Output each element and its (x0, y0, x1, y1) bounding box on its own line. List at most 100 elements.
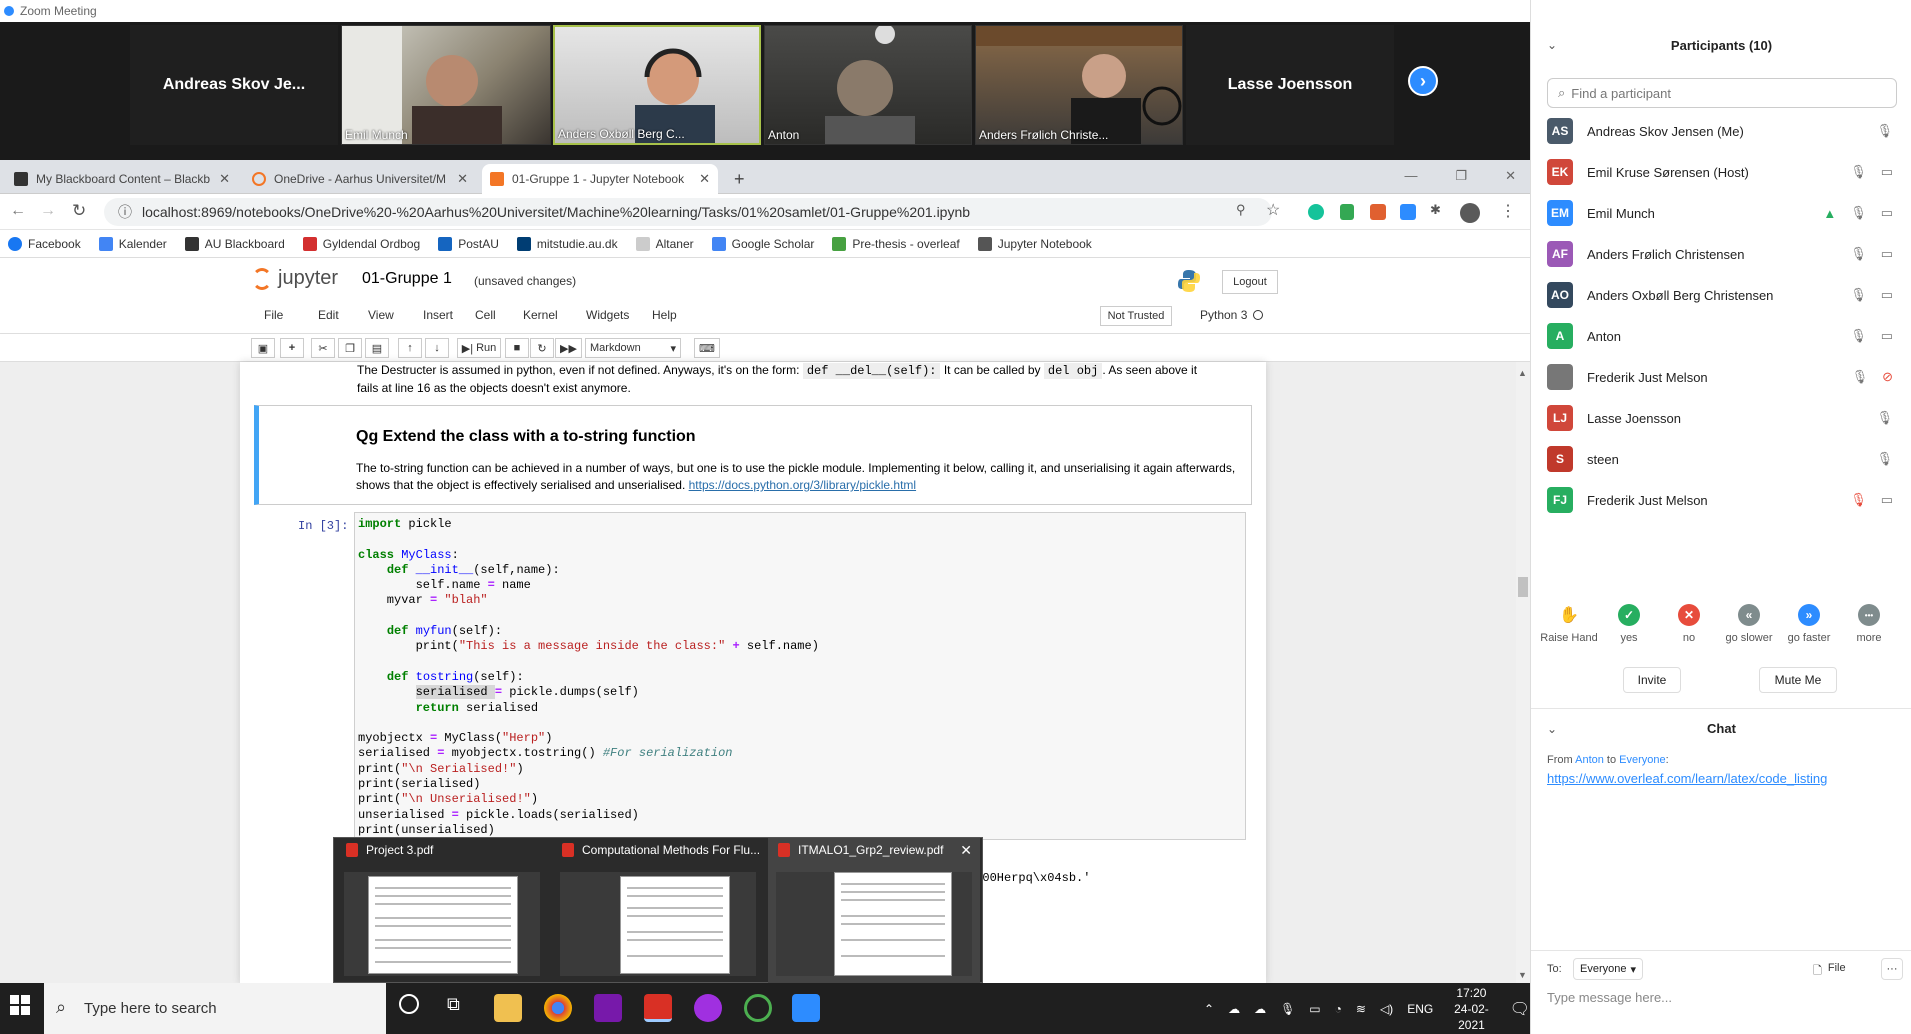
camera-icon[interactable]: ▭ (1881, 205, 1893, 221)
participant-tile-name-only[interactable]: Andreas Skov Je... (130, 25, 338, 145)
menu-widgets[interactable]: Widgets (586, 308, 652, 322)
browser-tab[interactable]: My Blackboard Content – Blackb ✕ (6, 164, 238, 194)
microphone-icon[interactable]: 🎙 (1876, 451, 1893, 467)
microphone-icon[interactable]: 🎙 (1850, 205, 1867, 221)
move-up-icon[interactable]: ↑ (398, 338, 422, 358)
move-down-icon[interactable]: ↓ (425, 338, 449, 358)
paste-icon[interactable]: ▤ (365, 338, 389, 358)
participant-row[interactable]: AO Anders Oxbøll Berg Christensen 🎙 ▭ (1547, 275, 1897, 315)
microphone-muted-icon[interactable]: 🎙 (1850, 492, 1867, 508)
participant-video-tile[interactable]: Emil Munch (341, 25, 551, 145)
browser-tab-active[interactable]: 01-Gruppe 1 - Jupyter Notebook ✕ (482, 164, 718, 194)
language-indicator[interactable]: ENG (1407, 1002, 1433, 1016)
bookmark-item[interactable]: Pre-thesis - overleaf (832, 236, 960, 251)
menu-edit[interactable]: Edit (318, 308, 368, 322)
participant-row[interactable]: AS Andreas Skov Jensen (Me) 🎙 (1547, 111, 1897, 151)
menu-kernel[interactable]: Kernel (523, 308, 586, 322)
participant-row[interactable]: EK Emil Kruse Sørensen (Host) 🎙 ▭ (1547, 152, 1897, 192)
participant-row[interactable]: EM Emil Munch ▲ 🎙 ▭ (1547, 193, 1897, 233)
copy-icon[interactable]: ❐ (338, 338, 362, 358)
camera-icon[interactable]: ▭ (1881, 246, 1893, 262)
camera-icon[interactable]: ▭ (1881, 287, 1893, 303)
menu-cell[interactable]: Cell (475, 308, 523, 322)
participant-row[interactable]: A Anton 🎙 ▭ (1547, 316, 1897, 356)
run-button[interactable]: ▶| Run (457, 338, 501, 358)
code-cell-editor[interactable]: import pickle class MyClass: def __init_… (354, 512, 1246, 840)
bookmark-item[interactable]: Facebook (8, 236, 81, 251)
participant-video-tile-active[interactable]: Anders Oxbøll Berg C... (553, 25, 761, 145)
volume-icon[interactable]: ◁) (1380, 1002, 1393, 1016)
grammarly-icon[interactable] (1308, 204, 1324, 220)
restart-run-all-icon[interactable]: ▶▶ (555, 338, 582, 358)
find-participant-input[interactable]: ⌕ Find a participant (1547, 78, 1897, 108)
chat-input[interactable]: Type message here... (1547, 990, 1897, 1005)
bookmark-item[interactable]: Google Scholar (711, 236, 814, 251)
thumbnail-close-icon[interactable]: ✕ (960, 842, 972, 859)
bookmark-item[interactable]: Altaner (635, 236, 694, 251)
logout-button[interactable]: Logout (1222, 270, 1278, 294)
chat-message-link[interactable]: https://www.overleaf.com/learn/latex/cod… (1547, 771, 1827, 786)
participant-tile-name-only[interactable]: Lasse Joensson (1186, 25, 1394, 145)
chat-more-icon[interactable]: ··· (1881, 958, 1903, 980)
notebook-scrollbar[interactable]: ▲ ▼ (1516, 362, 1530, 984)
bookmark-item[interactable]: mitstudie.au.dk (516, 236, 618, 251)
microphone-icon[interactable]: 🎙 (1852, 369, 1869, 385)
recipient-select[interactable]: Everyone ▾ (1573, 958, 1644, 980)
save-icon[interactable]: ▣ (251, 338, 275, 358)
profile-avatar[interactable] (1460, 203, 1480, 223)
cortana-icon[interactable] (399, 994, 419, 1014)
participant-video-tile[interactable]: Anders Frølich Christe... (975, 25, 1183, 145)
menu-insert[interactable]: Insert (423, 308, 475, 322)
not-trusted-indicator[interactable]: Not Trusted (1100, 306, 1172, 326)
forward-icon[interactable]: → (40, 202, 56, 220)
menu-dots-icon[interactable]: ⋮ (1500, 201, 1516, 221)
microphone-icon[interactable]: 🎙 (1850, 287, 1867, 303)
menu-help[interactable]: Help (652, 308, 692, 322)
shield-extension-icon[interactable] (1340, 204, 1354, 220)
pickle-doc-link[interactable]: https://docs.python.org/3/library/pickle… (689, 478, 916, 492)
microphone-icon[interactable]: 🎙 (1850, 328, 1867, 344)
scroll-down-icon[interactable]: ▼ (1518, 970, 1527, 980)
tab-close-icon[interactable]: ✕ (213, 171, 230, 187)
participant-row[interactable]: AF Anders Frølich Christensen 🎙 ▭ (1547, 234, 1897, 274)
onedrive-icon[interactable]: ☁ (1228, 1002, 1240, 1016)
new-tab-button[interactable]: + (726, 164, 753, 194)
camera-icon[interactable]: ▭ (1881, 328, 1893, 344)
thumbnail-window-active[interactable]: ITMALO1_Grp2_review.pdf ✕ (768, 838, 980, 984)
stop-icon[interactable]: ■ (505, 338, 529, 358)
wifi-icon[interactable]: ≋ (1356, 1002, 1366, 1016)
bookmark-item[interactable]: AU Blackboard (184, 236, 285, 251)
microphone-icon[interactable]: 🎙 (1876, 123, 1893, 139)
notifications-icon[interactable]: 🗨 (1510, 999, 1530, 1019)
restart-icon[interactable]: ↻ (530, 338, 554, 358)
camera-icon[interactable]: ▭ (1881, 492, 1893, 508)
info-icon[interactable]: ⓘ (118, 202, 132, 222)
minimize-icon[interactable]: — (1404, 168, 1417, 184)
raise-hand-button[interactable]: ✋ Raise Hand (1539, 604, 1599, 644)
participant-row[interactable]: Ssteen 🎙 (1547, 439, 1897, 479)
markdown-cell-selected[interactable]: Qg Extend the class with a to-string fun… (254, 405, 1252, 505)
notebook-name[interactable]: 01-Gruppe 1 (362, 270, 452, 288)
microphone-icon[interactable]: 🎙 (1850, 164, 1867, 180)
go-slower-button[interactable]: « go slower (1719, 604, 1779, 644)
chrome-icon[interactable] (544, 994, 572, 1022)
go-faster-button[interactable]: » go faster (1779, 604, 1839, 644)
menu-view[interactable]: View (368, 308, 423, 322)
sync-app-icon[interactable] (744, 994, 772, 1022)
cut-icon[interactable]: ✂ (311, 338, 335, 358)
invite-button[interactable]: Invite (1623, 667, 1681, 693)
extension-icon[interactable] (1400, 204, 1416, 220)
network-icon[interactable]: ◔ (1335, 1002, 1342, 1016)
chat-sender[interactable]: Anton (1575, 754, 1604, 766)
task-view-icon[interactable]: ⧉ (447, 994, 460, 1015)
url-field[interactable]: ⓘ localhost:8969/notebooks/OneDrive%20-%… (104, 198, 1272, 226)
tab-close-icon[interactable]: ✕ (693, 171, 710, 187)
participant-video-tile[interactable]: Anton (764, 25, 972, 145)
cloud-icon[interactable]: ☁ (1254, 1002, 1266, 1016)
camera-icon[interactable]: ▭ (1881, 164, 1893, 180)
close-icon[interactable]: ✕ (1505, 168, 1516, 184)
microphone-icon[interactable]: 🎙 (1876, 410, 1893, 426)
bookmark-item[interactable]: Gyldendal Ordbog (302, 236, 420, 251)
keyboard-icon[interactable]: ⌨ (694, 338, 720, 358)
bookmark-item[interactable]: Kalender (98, 236, 167, 251)
